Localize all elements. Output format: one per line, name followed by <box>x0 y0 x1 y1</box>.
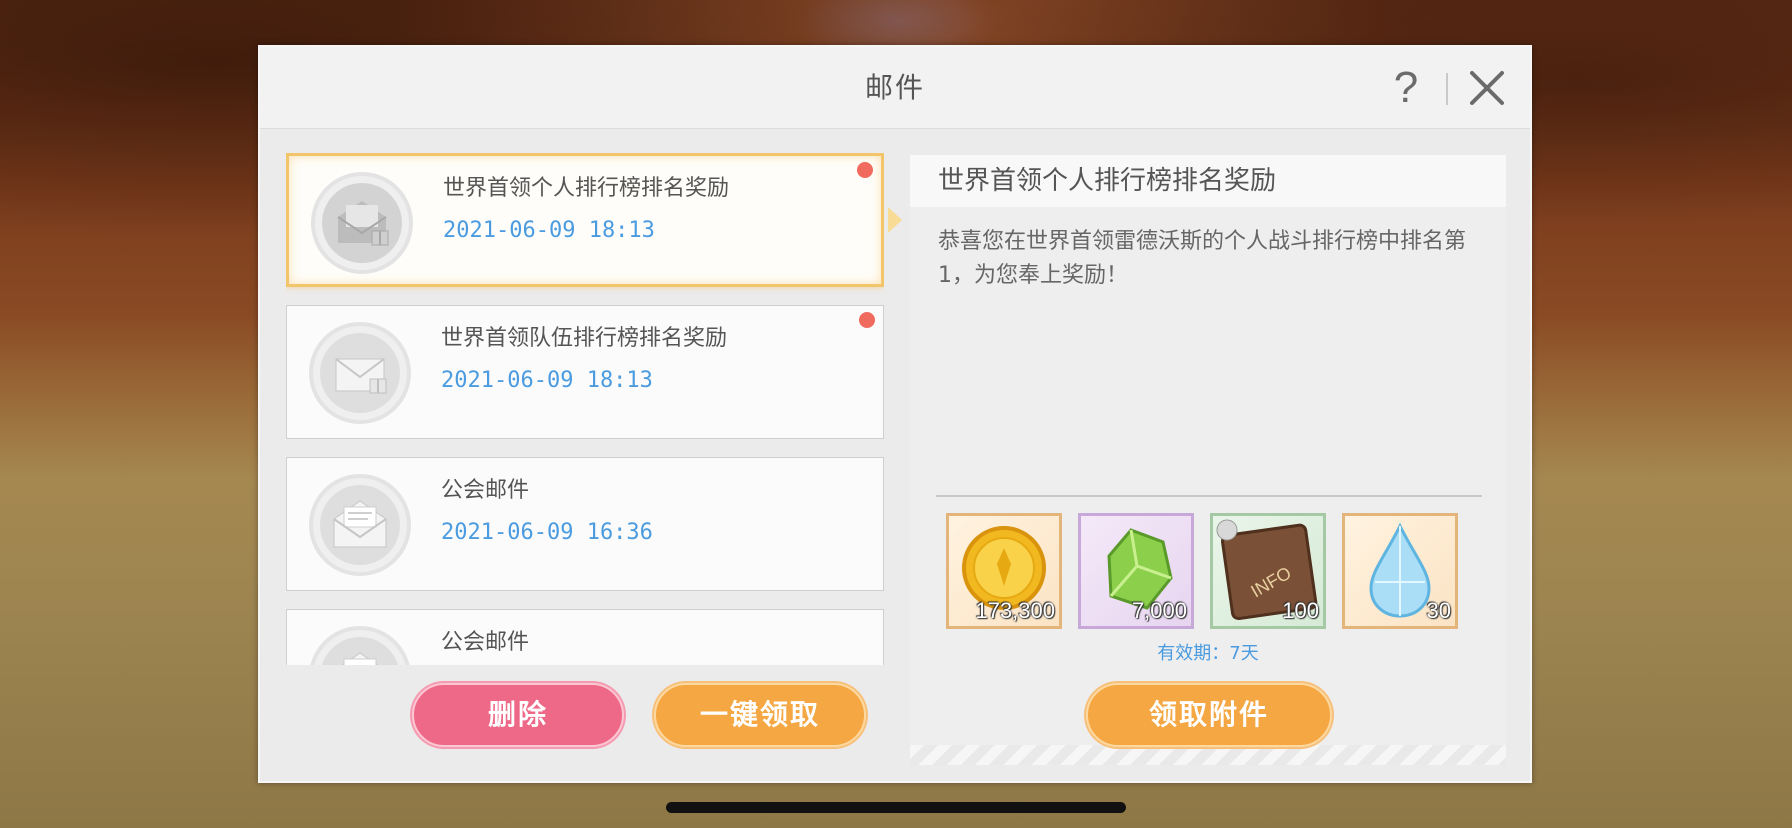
mail-icon-frame <box>311 172 413 274</box>
mail-date: 2021-06-09 16:36 <box>441 520 653 545</box>
mail-icon-frame <box>309 322 411 424</box>
reward-item[interactable]: INFO 100 <box>1210 513 1326 629</box>
mail-title: 世界首领个人排行榜排名奖励 <box>443 176 730 201</box>
mail-list[interactable]: 世界首领个人排行榜排名奖励 2021-06-09 18:13 世界首领队伍排行榜… <box>286 153 884 665</box>
unread-dot <box>857 162 873 178</box>
mail-item[interactable]: 公会邮件 2021-06-09 16:36 <box>286 457 884 591</box>
letter-mail-icon <box>333 500 387 548</box>
decorative-stripe <box>910 745 1506 765</box>
reward-quantity: 7,000 <box>1131 598 1187 623</box>
detail-body: 恭喜您在世界首领雷德沃斯的个人战斗排行榜中排名第1，为您奉上奖励！ <box>938 229 1467 288</box>
selection-pointer <box>888 207 902 233</box>
mail-dialog: 邮件 ? 世界首领个人排行榜排名奖励 2021-06-09 18:13 世界首领… <box>258 45 1532 783</box>
home-indicator[interactable] <box>666 802 1126 813</box>
claim-all-button[interactable]: 一键领取 <box>654 683 866 747</box>
help-button[interactable]: ? <box>1384 65 1428 111</box>
reward-list: 173,300 7,000 INFO 100 30 <box>946 513 1466 629</box>
close-button[interactable] <box>1466 67 1508 109</box>
delete-button[interactable]: 删除 <box>412 683 624 747</box>
gift-mail-icon <box>337 201 389 246</box>
unread-dot <box>859 312 875 328</box>
reward-item[interactable]: 173,300 <box>946 513 1062 629</box>
mail-detail-panel: 世界首领个人排行榜排名奖励 恭喜您在世界首领雷德沃斯的个人战斗排行榜中排名第1，… <box>910 155 1506 765</box>
mail-item[interactable]: 世界首领队伍排行榜排名奖励 2021-06-09 18:13 <box>286 305 884 439</box>
mail-title: 世界首领队伍排行榜排名奖励 <box>441 326 728 351</box>
detail-header: 世界首领个人排行榜排名奖励 <box>910 155 1506 207</box>
reward-quantity: 173,300 <box>975 598 1055 623</box>
reward-item[interactable]: 30 <box>1342 513 1458 629</box>
detail-divider <box>936 495 1482 497</box>
detail-title: 世界首领个人排行榜排名奖励 <box>938 166 1277 196</box>
mail-icon-frame <box>309 474 411 576</box>
mail-title: 公会邮件 <box>441 630 530 655</box>
gift-mail-icon <box>335 358 387 394</box>
reward-quantity: 30 <box>1426 598 1451 623</box>
dialog-header: 邮件 ? <box>260 47 1530 129</box>
dialog-title: 邮件 <box>864 71 925 104</box>
mail-icon-frame <box>309 626 411 665</box>
letter-mail-icon <box>341 652 379 665</box>
reward-item[interactable]: 7,000 <box>1078 513 1194 629</box>
mail-item[interactable]: 公会邮件 <box>286 609 884 665</box>
mail-title: 公会邮件 <box>441 478 530 503</box>
close-icon <box>1470 71 1504 105</box>
expiry-text: 有效期：7天 <box>1157 643 1259 664</box>
reward-quantity: 100 <box>1282 598 1319 623</box>
mail-date: 2021-06-09 18:13 <box>441 368 653 393</box>
mail-item-selected[interactable]: 世界首领个人排行榜排名奖励 2021-06-09 18:13 <box>286 153 884 287</box>
mail-date: 2021-06-09 18:13 <box>443 218 655 243</box>
claim-attachment-button[interactable]: 领取附件 <box>1086 683 1332 747</box>
header-divider <box>1446 73 1448 105</box>
